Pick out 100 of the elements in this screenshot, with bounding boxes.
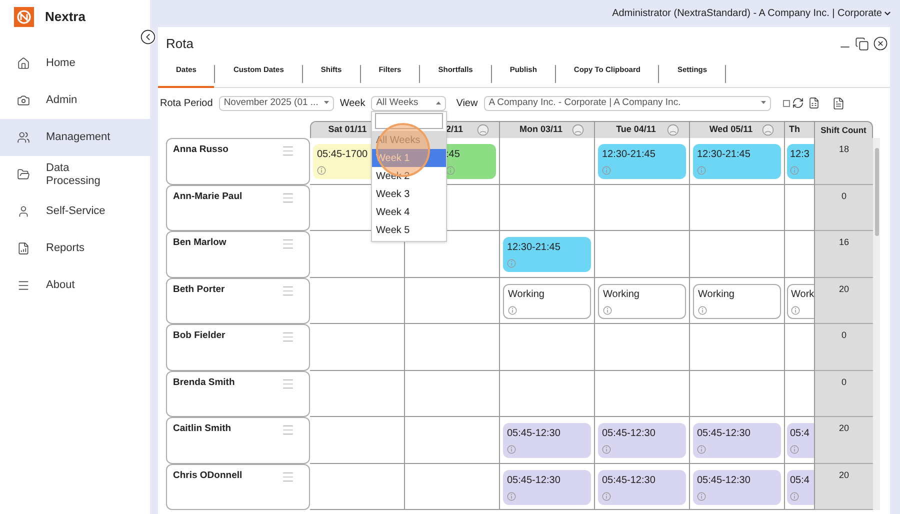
day-cell[interactable]	[500, 370, 595, 417]
day-cell[interactable]	[595, 370, 690, 417]
day-cell[interactable]	[500, 138, 595, 184]
day-cell[interactable]	[310, 278, 405, 324]
employee-card[interactable]: Chris ODonnell	[166, 464, 310, 510]
info-icon[interactable]	[790, 492, 799, 500]
person-status-icon[interactable]	[477, 124, 489, 136]
close-icon[interactable]	[873, 36, 888, 51]
info-icon[interactable]	[790, 445, 799, 454]
employee-card[interactable]: Beth Porter	[166, 278, 310, 324]
employee-card[interactable]: Caitlin Smith	[166, 417, 310, 464]
view-select[interactable]: A Company Inc. - Corporate | A Company Inc.	[484, 96, 771, 110]
scrollbar[interactable]	[873, 138, 880, 510]
day-cell[interactable]: 05:4	[785, 464, 815, 510]
info-icon[interactable]	[697, 445, 706, 454]
day-cell[interactable]: 05:45-12:30	[595, 417, 690, 464]
day-cell[interactable]: Working	[595, 278, 690, 324]
person-status-icon[interactable]	[572, 124, 584, 136]
day-cell[interactable]: 05:45-12:30	[690, 464, 785, 510]
caret-icon[interactable]	[324, 101, 329, 105]
day-cell[interactable]	[595, 184, 690, 231]
day-cell[interactable]	[500, 324, 595, 370]
shift-block[interactable]: 12:3	[787, 144, 814, 179]
info-icon[interactable]	[508, 306, 517, 314]
hamburger-icon[interactable]	[281, 284, 295, 298]
shift-block[interactable]: 05:45-12:30	[598, 470, 686, 504]
day-cell[interactable]	[595, 324, 690, 370]
day-cell[interactable]	[405, 278, 500, 324]
shift-block[interactable]: 05:4	[787, 423, 814, 458]
shift-block[interactable]: 05:45-12:30	[598, 423, 686, 458]
day-cell[interactable]	[785, 184, 815, 231]
employee-card[interactable]: Ann-Marie Paul	[166, 184, 310, 231]
day-cell[interactable]	[595, 231, 690, 278]
hamburger-icon[interactable]	[281, 237, 295, 251]
day-cell[interactable]	[690, 231, 785, 278]
working-block[interactable]: Working	[503, 284, 591, 318]
hamburger-icon[interactable]	[281, 190, 295, 204]
day-cell[interactable]	[785, 370, 815, 417]
day-cell[interactable]: 12:30-21:45	[595, 138, 690, 184]
shift-block[interactable]: 05:45-12:30	[503, 470, 591, 504]
day-cell[interactable]: Working	[690, 278, 785, 324]
employee-card[interactable]: Anna Russo	[166, 138, 310, 184]
dropdown-option[interactable]: Week 3	[372, 185, 446, 203]
info-icon[interactable]	[603, 306, 612, 314]
day-cell[interactable]: 05:45-12:30	[690, 417, 785, 464]
person-status-icon[interactable]	[667, 124, 679, 136]
hamburger-icon[interactable]	[281, 144, 295, 158]
spreadsheet-icon[interactable]	[808, 97, 820, 109]
day-cell[interactable]	[405, 370, 500, 417]
day-cell[interactable]	[690, 324, 785, 370]
info-icon[interactable]	[602, 445, 611, 454]
day-cell[interactable]	[405, 324, 500, 370]
day-cell[interactable]	[310, 417, 405, 464]
shift-block[interactable]: 12:30-21:45	[598, 144, 686, 179]
caret-icon[interactable]	[760, 101, 766, 105]
day-cell[interactable]	[785, 324, 815, 370]
day-cell[interactable]: 05:45-12:30	[500, 417, 595, 464]
caret-icon[interactable]	[436, 101, 442, 105]
shift-block[interactable]: 12:30-21:45	[503, 237, 591, 272]
day-cell[interactable]: 12:3	[785, 138, 815, 184]
day-cell[interactable]	[785, 231, 815, 278]
working-block[interactable]: Working	[693, 284, 781, 318]
working-block[interactable]: Work	[787, 284, 814, 318]
day-cell[interactable]	[690, 370, 785, 417]
day-cell[interactable]	[310, 464, 405, 510]
info-icon[interactable]	[698, 306, 707, 314]
user-context[interactable]: Administrator (NextraStandard) - A Company Inc. | Corporate	[612, 6, 882, 21]
scrollbar-thumb[interactable]	[874, 148, 878, 236]
rota-period-select[interactable]: November 2025 (01 ...	[218, 96, 334, 110]
checkbox[interactable]	[782, 100, 790, 106]
info-icon[interactable]	[791, 306, 800, 314]
collapse-icon[interactable]	[140, 29, 156, 45]
shift-block[interactable]: 05:45-12:30	[503, 423, 591, 458]
info-icon[interactable]	[602, 492, 611, 500]
day-cell[interactable]: 12:30-21:45	[500, 231, 595, 278]
day-cell[interactable]: 12:30-21:45	[690, 138, 785, 184]
info-icon[interactable]	[790, 166, 799, 175]
hamburger-icon[interactable]	[281, 423, 295, 437]
hamburger-icon[interactable]	[281, 330, 295, 344]
info-icon[interactable]	[507, 259, 516, 268]
day-cell[interactable]: 05:45-12:30	[595, 464, 690, 510]
info-icon[interactable]	[507, 445, 516, 454]
info-icon[interactable]	[317, 166, 326, 175]
shift-block[interactable]: 05:45-12:30	[693, 470, 781, 504]
day-cell[interactable]: Working	[500, 278, 595, 324]
restore-icon[interactable]	[855, 36, 869, 50]
day-cell[interactable]	[405, 417, 500, 464]
hamburger-icon[interactable]	[281, 470, 295, 484]
dropdown-option[interactable]: Week 5	[372, 221, 446, 239]
day-cell[interactable]	[310, 370, 405, 417]
info-icon[interactable]	[697, 492, 706, 500]
day-cell[interactable]	[405, 464, 500, 510]
info-icon[interactable]	[697, 166, 706, 175]
info-icon[interactable]	[602, 166, 611, 175]
dropdown-option[interactable]: Week 4	[372, 203, 446, 221]
day-cell[interactable]	[690, 184, 785, 231]
working-block[interactable]: Working	[598, 284, 686, 318]
shift-block[interactable]: 05:45-12:30	[693, 423, 781, 458]
employee-card[interactable]: Brenda Smith	[166, 370, 310, 417]
chevron-down-icon[interactable]	[883, 9, 892, 18]
